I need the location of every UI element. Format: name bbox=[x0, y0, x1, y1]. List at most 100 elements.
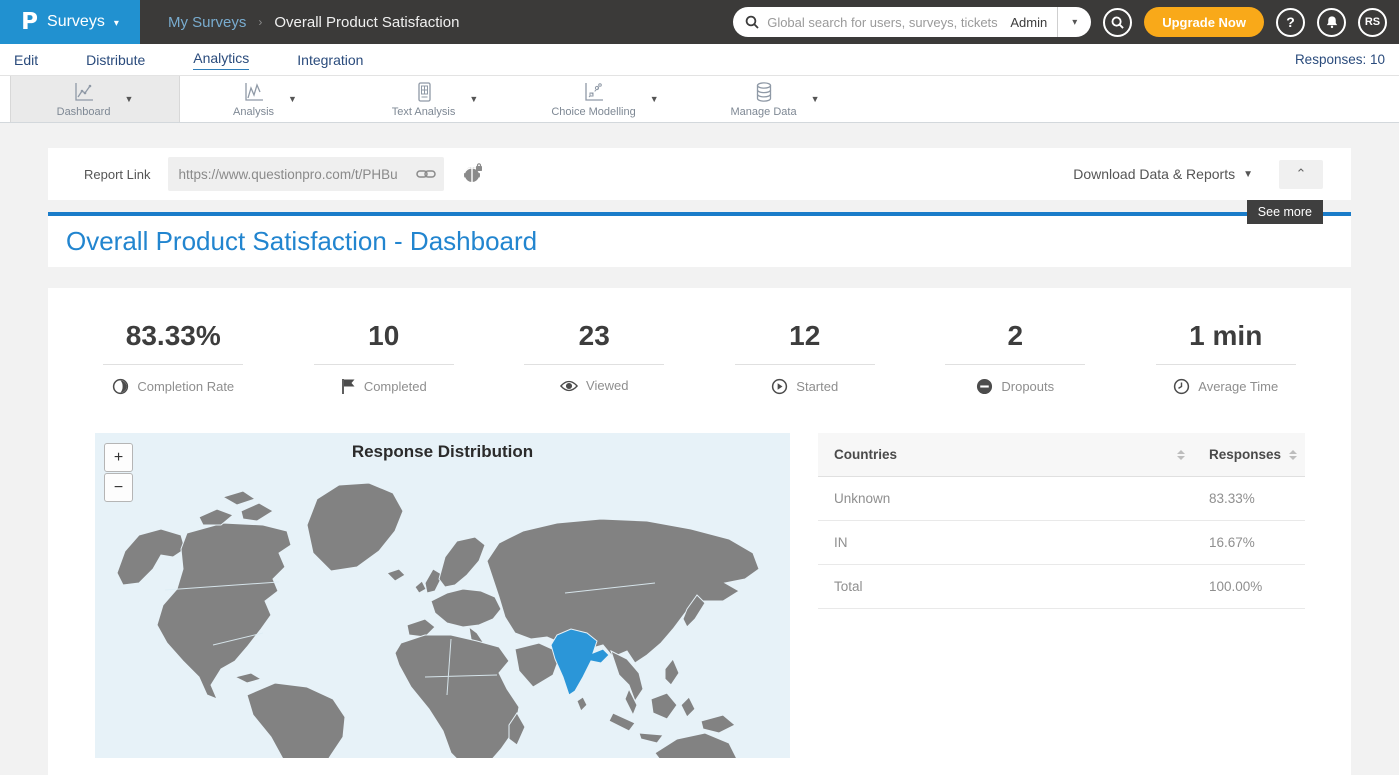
chevron-down-icon[interactable]: ▼ bbox=[124, 94, 133, 104]
stats-row: 83.33% Completion Rate 10 Completed 23 bbox=[48, 320, 1351, 395]
country-cell: Total bbox=[818, 565, 1193, 609]
breadcrumb-my-surveys[interactable]: My Surveys bbox=[168, 14, 246, 31]
avatar-initials: RS bbox=[1365, 16, 1380, 28]
search-icon bbox=[745, 15, 759, 29]
chevron-down-icon[interactable]: ▼ bbox=[469, 94, 478, 104]
database-icon bbox=[752, 80, 776, 104]
survey-nav: Edit Distribute Analytics Integration Re… bbox=[0, 44, 1399, 76]
stat-label: Started bbox=[796, 379, 838, 394]
countries-table: Countries Responses bbox=[818, 433, 1305, 609]
clock-icon bbox=[1173, 378, 1190, 395]
toolbar-item-dashboard[interactable]: Dashboard ▼ bbox=[10, 76, 180, 122]
stat-label: Completion Rate bbox=[137, 379, 234, 394]
see-more-collapse-button[interactable]: ⌃ bbox=[1279, 160, 1323, 189]
distribution-row: Response Distribution + − bbox=[95, 433, 1305, 758]
stat-label: Average Time bbox=[1198, 379, 1278, 394]
top-bar: P Surveys ▾ My Surveys › Overall Product… bbox=[0, 0, 1399, 44]
download-data-reports-menu[interactable]: Download Data & Reports ▼ bbox=[1073, 166, 1253, 182]
toolbar-item-analysis[interactable]: Analysis ▼ bbox=[180, 76, 350, 122]
report-link-label: Report Link bbox=[84, 167, 150, 182]
link-icon[interactable] bbox=[416, 168, 436, 180]
help-question-icon: ? bbox=[1286, 14, 1295, 30]
stat-completion-rate: 83.33% Completion Rate bbox=[68, 320, 279, 395]
scatter-chart-icon bbox=[582, 80, 606, 104]
tab-edit[interactable]: Edit bbox=[14, 52, 38, 68]
dashboard-card: 83.33% Completion Rate 10 Completed 23 bbox=[48, 288, 1351, 775]
stat-viewed: 23 Viewed bbox=[489, 320, 700, 395]
map-title: Response Distribution bbox=[95, 442, 790, 462]
response-distribution-map[interactable]: Response Distribution + − bbox=[95, 433, 790, 758]
stat-divider bbox=[314, 364, 454, 365]
play-circle-icon bbox=[771, 378, 788, 395]
world-map[interactable] bbox=[95, 433, 790, 758]
report-url-input[interactable] bbox=[178, 167, 416, 182]
advanced-search-button[interactable] bbox=[1103, 8, 1132, 37]
toolbar-label: Text Analysis bbox=[392, 106, 456, 118]
country-cell: IN bbox=[818, 521, 1193, 565]
global-search-input[interactable] bbox=[767, 15, 1000, 30]
completion-rate-icon bbox=[112, 378, 129, 395]
toolbar-label: Choice Modelling bbox=[551, 106, 635, 118]
table-row: IN 16.67% bbox=[818, 521, 1305, 565]
toolbar-item-manage-data[interactable]: Manage Data ▼ bbox=[690, 76, 860, 122]
tab-integration[interactable]: Integration bbox=[297, 52, 363, 68]
table-row: Total 100.00% bbox=[818, 565, 1305, 609]
title-bar: Overall Product Satisfaction - Dashboard bbox=[48, 216, 1351, 267]
toolbar-label: Manage Data bbox=[731, 106, 797, 118]
tab-analytics[interactable]: Analytics bbox=[193, 50, 249, 70]
chevron-down-icon[interactable]: ▼ bbox=[811, 94, 820, 104]
tab-distribute[interactable]: Distribute bbox=[86, 52, 145, 68]
map-zoom-out-button[interactable]: − bbox=[104, 473, 133, 502]
see-more-tooltip: See more bbox=[1247, 200, 1323, 224]
toolbar-item-text-analysis[interactable]: Text Analysis ▼ bbox=[350, 76, 520, 122]
avatar[interactable]: RS bbox=[1358, 8, 1387, 37]
report-url-box[interactable] bbox=[168, 157, 444, 191]
column-header-responses[interactable]: Responses bbox=[1193, 433, 1305, 477]
globe-lock-icon[interactable] bbox=[462, 163, 484, 185]
sort-icon[interactable] bbox=[1177, 450, 1185, 460]
search-scope-dropdown[interactable]: ▾ bbox=[1057, 7, 1091, 37]
questionpro-logo-icon: P bbox=[21, 9, 38, 35]
stat-divider bbox=[945, 364, 1085, 365]
responses-cell: 100.00% bbox=[1193, 565, 1305, 609]
stat-value: 2 bbox=[910, 320, 1121, 352]
countries-header-label: Countries bbox=[834, 447, 1169, 462]
global-search[interactable]: Admin ▾ bbox=[733, 7, 1091, 37]
breadcrumb: My Surveys › Overall Product Satisfactio… bbox=[168, 14, 459, 31]
stat-value: 83.33% bbox=[68, 320, 279, 352]
download-data-reports-label: Download Data & Reports bbox=[1073, 166, 1235, 182]
toolbar-label: Analysis bbox=[233, 106, 274, 118]
surveys-product-menu[interactable]: P Surveys ▾ bbox=[0, 0, 140, 44]
map-zoom-controls: + − bbox=[104, 443, 133, 502]
stat-divider bbox=[735, 364, 875, 365]
upgrade-now-button[interactable]: Upgrade Now bbox=[1144, 7, 1264, 37]
notifications-button[interactable] bbox=[1317, 8, 1346, 37]
bell-icon bbox=[1325, 15, 1339, 29]
stat-value: 1 min bbox=[1121, 320, 1332, 352]
chevron-down-icon[interactable]: ▼ bbox=[650, 94, 659, 104]
breadcrumb-current-survey: Overall Product Satisfaction bbox=[274, 14, 459, 31]
table-row: Unknown 83.33% bbox=[818, 477, 1305, 521]
help-button[interactable]: ? bbox=[1276, 8, 1305, 37]
column-header-countries[interactable]: Countries bbox=[818, 433, 1193, 477]
chevron-down-icon: ▾ bbox=[114, 18, 119, 29]
toolbar-label: Dashboard bbox=[57, 106, 111, 118]
search-scope-label: Admin bbox=[1000, 15, 1057, 30]
stat-label: Completed bbox=[364, 379, 427, 394]
report-link-bar: Report Link Download Data & Reports ▼ ⌃ … bbox=[48, 148, 1351, 200]
stat-divider bbox=[103, 364, 243, 365]
map-zoom-in-button[interactable]: + bbox=[104, 443, 133, 472]
responses-cell: 16.67% bbox=[1193, 521, 1305, 565]
topbar-actions: Admin ▾ Upgrade Now ? RS bbox=[733, 7, 1399, 37]
stat-value: 10 bbox=[279, 320, 490, 352]
responses-cell: 83.33% bbox=[1193, 477, 1305, 521]
stat-divider bbox=[1156, 364, 1296, 365]
product-label: Surveys bbox=[47, 13, 105, 31]
chevron-down-icon[interactable]: ▼ bbox=[288, 94, 297, 104]
sort-icon[interactable] bbox=[1289, 450, 1297, 460]
toolbar-item-choice-modelling[interactable]: Choice Modelling ▼ bbox=[520, 76, 690, 122]
stat-label: Viewed bbox=[586, 378, 628, 393]
stat-completed: 10 Completed bbox=[279, 320, 490, 395]
analytics-toolbar: Dashboard ▼ Analysis ▼ Text Analysis ▼ C… bbox=[0, 76, 1399, 123]
stat-label: Dropouts bbox=[1001, 379, 1054, 394]
